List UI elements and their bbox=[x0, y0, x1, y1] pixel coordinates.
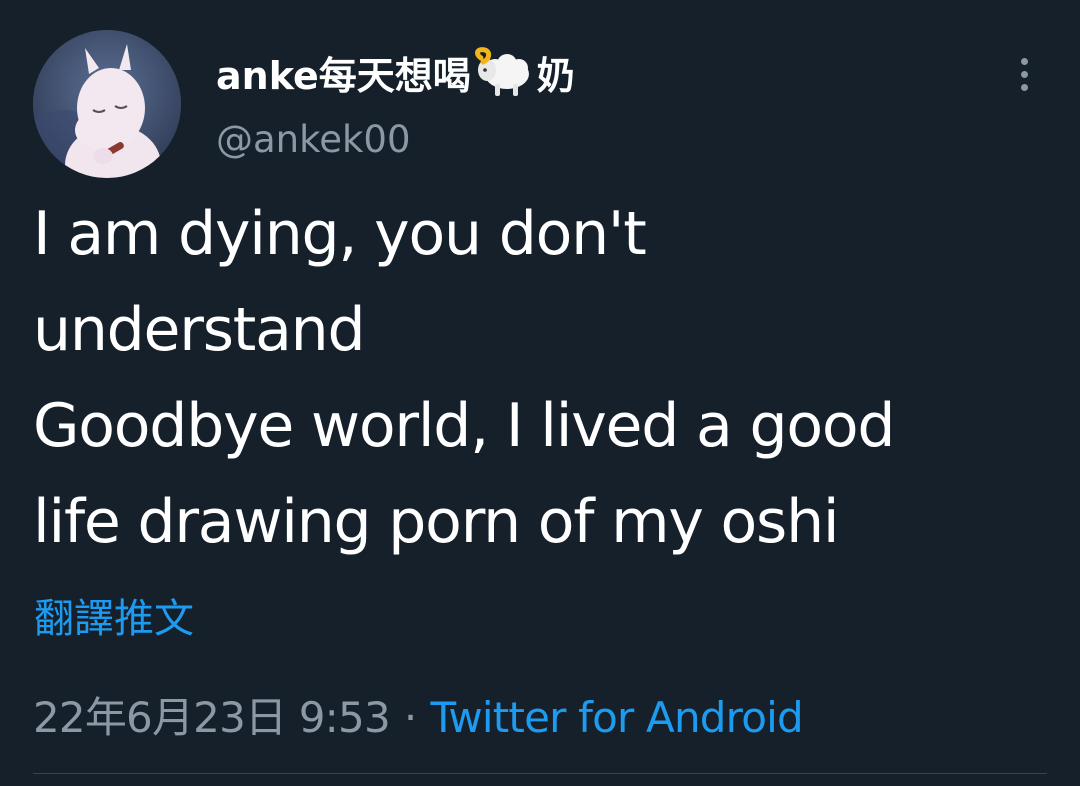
author-display-name[interactable]: anke每天想喝 奶 bbox=[216, 44, 575, 100]
display-name-suffix: 奶 bbox=[536, 53, 575, 98]
author-handle[interactable]: @ankek00 bbox=[216, 118, 411, 161]
more-options-button[interactable] bbox=[1008, 52, 1040, 96]
meta-separator: · bbox=[403, 693, 417, 742]
display-name-prefix: anke每天想喝 bbox=[216, 53, 471, 98]
tweet-detail: anke每天想喝 奶 @ankek00 I am dying, you don'… bbox=[0, 0, 1080, 786]
ram-emoji-icon bbox=[473, 46, 535, 98]
tweet-text-line: Goodbye world, I lived a good bbox=[33, 391, 895, 461]
tweet-text-line: understand bbox=[33, 295, 366, 365]
tweet-text-line: I am dying, you don't bbox=[33, 199, 647, 269]
tweet-text-line: life drawing porn of my oshi bbox=[33, 487, 840, 557]
tweet-timestamp[interactable]: 22年6月23日 9:53 bbox=[33, 684, 391, 745]
tweet-metadata: 22年6月23日 9:53 · Twitter for Android bbox=[33, 684, 804, 745]
divider bbox=[33, 773, 1047, 774]
tweet-source-link[interactable]: Twitter for Android bbox=[430, 693, 803, 742]
tweet-text: I am dying, you don't understand Goodbye… bbox=[33, 186, 1053, 570]
more-dot-icon bbox=[1020, 70, 1028, 78]
translate-tweet-link[interactable]: 翻譯推文 bbox=[34, 586, 194, 644]
more-dot-icon bbox=[1020, 57, 1028, 65]
moomin-avatar-icon[interactable] bbox=[33, 30, 181, 178]
more-dot-icon bbox=[1020, 83, 1028, 91]
